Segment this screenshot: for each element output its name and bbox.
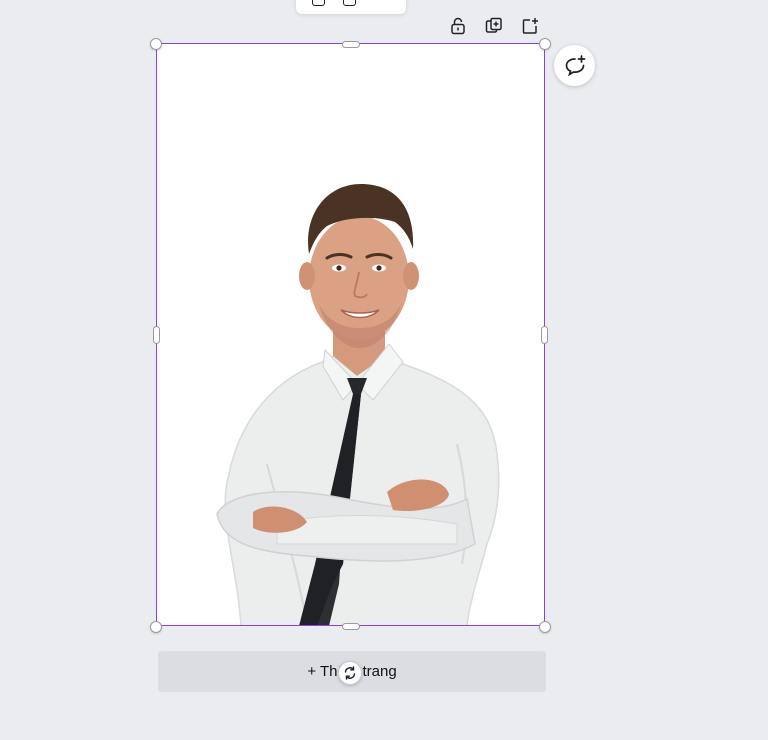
design-page[interactable] [157,44,545,626]
add-page-top-button[interactable] [518,14,542,38]
resize-handle-bottom[interactable] [342,623,360,630]
resize-handle-right[interactable] [541,326,548,344]
lock-icon [451,17,465,35]
rotate-icon [344,666,356,680]
rotate-handle[interactable] [338,661,362,685]
top-popover-menu [296,0,406,14]
duplicate-page-icon [485,17,502,33]
add-comment-icon [565,54,585,76]
popover-icon[interactable] [343,0,356,6]
resize-handle-bottom-left[interactable] [150,621,162,633]
lock-page-button[interactable] [446,14,470,38]
add-comment-button[interactable] [554,45,595,86]
popover-icon[interactable] [312,0,325,6]
resize-handle-top-left[interactable] [150,38,162,50]
portrait-photo[interactable] [157,44,545,626]
duplicate-page-button[interactable] [482,14,506,38]
resize-handle-bottom-right[interactable] [539,621,551,633]
resize-handle-left[interactable] [153,326,160,344]
page-toolbar [446,14,542,38]
resize-handle-top-right[interactable] [539,38,551,50]
add-page-icon [522,18,538,34]
resize-handle-top[interactable] [342,41,360,48]
